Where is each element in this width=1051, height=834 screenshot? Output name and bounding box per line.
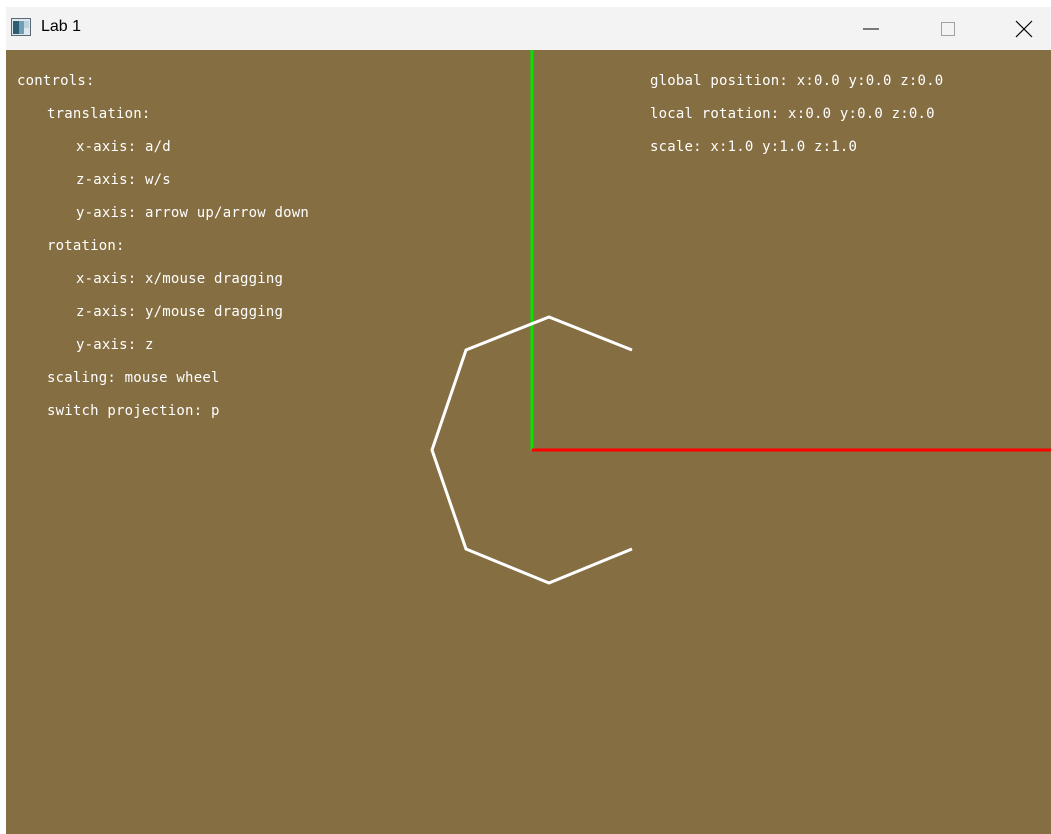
position-readout: global position: x:0.0 y:0.0 z:0.0 [650, 73, 944, 89]
translation-z-hint: z-axis: w/s [76, 172, 171, 188]
translation-label: translation: [47, 106, 151, 122]
maximize-icon [940, 21, 956, 37]
scaling-hint: scaling: mouse wheel [47, 370, 220, 386]
close-icon [1015, 20, 1033, 38]
app-window: Lab 1 controls: translation: x-axis: a/d… [6, 7, 1051, 834]
projection-hint: switch projection: p [47, 403, 220, 419]
title-bar[interactable]: Lab 1 [6, 7, 1051, 50]
rotation-z-hint: z-axis: y/mouse dragging [76, 304, 284, 320]
scale-readout: scale: x:1.0 y:1.0 z:1.0 [650, 139, 858, 155]
render-viewport[interactable]: controls: translation: x-axis: a/d z-axi… [6, 50, 1051, 834]
minimize-icon [863, 21, 879, 37]
minimize-button[interactable] [846, 7, 896, 50]
rotation-x-hint: x-axis: x/mouse dragging [76, 271, 284, 287]
status-panel: global position: x:0.0 y:0.0 z:0.0 local… [6, 50, 943, 155]
close-button[interactable] [999, 7, 1049, 50]
app-icon [11, 18, 31, 36]
rotation-label: rotation: [47, 238, 125, 254]
rotation-y-hint: y-axis: z [76, 337, 154, 353]
translation-x-hint: x-axis: a/d [76, 139, 171, 155]
scene-canvas [430, 50, 1051, 585]
window-title: Lab 1 [41, 18, 82, 35]
maximize-button[interactable] [923, 7, 973, 50]
translation-y-hint: y-axis: arrow up/arrow down [76, 205, 309, 221]
rotation-readout: local rotation: x:0.0 y:0.0 z:0.0 [650, 106, 935, 122]
